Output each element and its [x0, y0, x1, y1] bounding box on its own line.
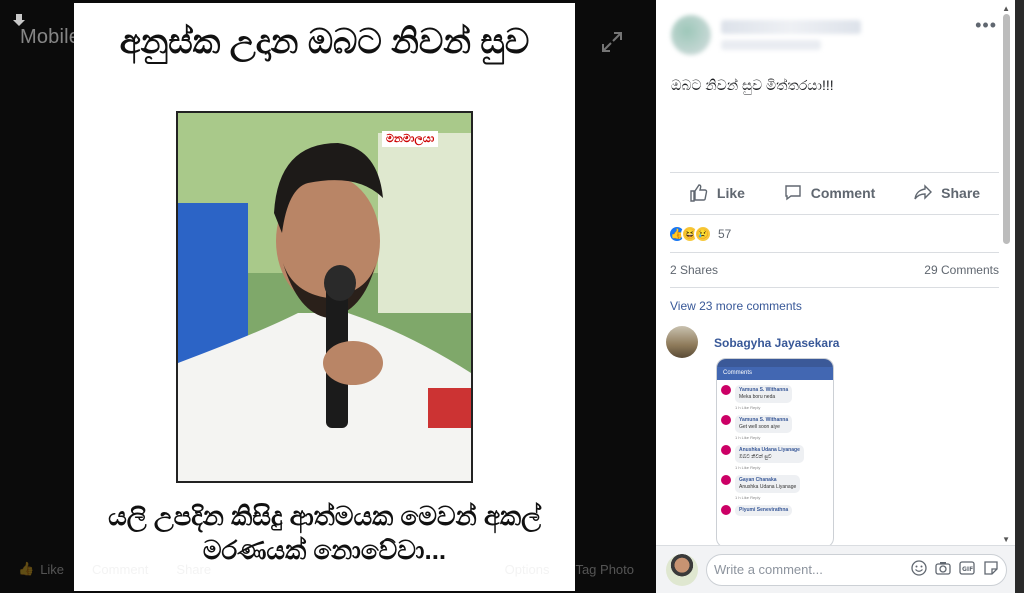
viewer-comment-label: Comment	[92, 561, 149, 577]
sad-reaction-icon: 😢	[694, 225, 712, 243]
post-actions: Like Comment Share	[670, 173, 999, 213]
expand-icon[interactable]	[600, 30, 624, 54]
avatar	[721, 385, 731, 395]
viewer-bottom-bar: 👍 Like Comment Share Options Tag Photo	[0, 545, 656, 593]
viewer-share-label: Share	[176, 561, 212, 577]
reactions-summary[interactable]: 👍 😆 😢 57	[668, 225, 731, 243]
divider	[670, 214, 999, 215]
viewer-share-button[interactable]: Share	[176, 562, 211, 577]
view-more-comments-link[interactable]: View 23 more comments	[670, 299, 802, 313]
screenshot-comment-row: Gayan Chanaka Anushka Udana Liyanage	[717, 470, 833, 495]
like-icon: 👍	[18, 561, 35, 576]
camera-icon[interactable]	[935, 560, 951, 576]
comment-icon	[785, 185, 801, 201]
comment-input-placeholder: Write a comment...	[714, 562, 823, 577]
divider	[670, 287, 999, 288]
post-author[interactable]	[671, 15, 861, 55]
share-icon	[914, 184, 933, 200]
thumbs-up-icon	[690, 184, 708, 202]
share-label: Share	[941, 185, 981, 201]
like-button[interactable]: Like	[689, 183, 745, 203]
post-timestamp-blurred	[721, 40, 821, 50]
composer-icons: GIF	[911, 560, 999, 576]
photo-viewer: Mobile Uploads අනුස්ක උදාන ඔබට නිවන් සුව…	[0, 0, 656, 593]
like-label: Like	[716, 185, 745, 201]
portrait-photo: මනමාලයා	[176, 111, 473, 483]
viewer-like-button[interactable]: 👍 Like	[18, 561, 64, 577]
sticker-icon[interactable]	[983, 560, 999, 576]
author-name-blurred[interactable]	[721, 20, 861, 34]
divider	[670, 252, 999, 253]
viewer-tag-button[interactable]: Tag Photo	[575, 562, 634, 577]
scroll-up-icon[interactable]: ▲	[1002, 4, 1010, 13]
author-avatar[interactable]	[671, 15, 711, 55]
avatar	[721, 505, 731, 515]
comment-button[interactable]: Comment	[783, 183, 876, 203]
post-stats: 2 Shares 29 Comments	[670, 263, 999, 277]
commenter-name[interactable]: Sobagyha Jayasekara	[714, 336, 839, 358]
avatar	[721, 445, 731, 455]
poster-header: අනුස්ක උදාන ඔබට නිවන් සුව	[119, 23, 530, 61]
commenter-avatar[interactable]	[666, 326, 698, 358]
scroll-down-icon[interactable]: ▼	[1002, 535, 1010, 544]
gif-icon[interactable]: GIF	[959, 560, 975, 576]
comment-label: Comment	[810, 185, 876, 201]
comment-item: Sobagyha Jayasekara Comments Yamuna S. W…	[666, 326, 839, 548]
viewer-options-button[interactable]: Options	[505, 562, 550, 577]
current-user-avatar	[666, 554, 698, 586]
svg-text:GIF: GIF	[962, 566, 973, 573]
post-sidebar: ••• ඔබට නිවන් සුව මිත්තරයා!!! Like Comme…	[656, 0, 1015, 593]
screenshot-header: Comments	[717, 367, 833, 380]
screenshot-comment-row: Yamuna S. Withanna Meka boru neda	[717, 380, 833, 405]
avatar	[721, 415, 731, 425]
screenshot-comment-row: Piyumi Senevirathna	[717, 500, 833, 518]
reaction-count: 57	[718, 227, 732, 241]
watermark-logo: මනමාලයා	[382, 131, 439, 147]
shares-count[interactable]: 2 Shares	[670, 263, 718, 277]
scrollbar[interactable]: ▲ ▼	[1002, 0, 1013, 545]
page-scrollbar[interactable]	[1015, 0, 1024, 593]
screenshot-comment-row: Yamuna S. Withanna Get well soon aiye	[717, 410, 833, 435]
screenshot-comment-row: Anushka Udana Liyanage ඔබට නිවන් සුව	[717, 440, 833, 465]
comments-count[interactable]: 29 Comments	[924, 263, 999, 277]
poster-footer-line1: යලි උපදින කිසිදු ආත්මයක මෙවන් අකල්	[108, 501, 541, 531]
comment-attached-screenshot[interactable]: Comments Yamuna S. Withanna Meka boru ned…	[716, 358, 834, 548]
viewer-like-label: Like	[40, 561, 65, 577]
phone-status-bar	[717, 359, 833, 367]
comment-composer: Write a comment... GIF	[656, 545, 1015, 593]
scrollbar-thumb[interactable]	[1003, 14, 1010, 244]
more-options-icon[interactable]: •••	[975, 15, 997, 36]
post-photo[interactable]: අනුස්ක උදාන ඔබට නිවන් සුව මනමාලයා යලි උප…	[74, 3, 575, 591]
avatar	[721, 475, 731, 485]
share-button[interactable]: Share	[913, 183, 980, 203]
post-caption: ඔබට නිවන් සුව මිත්තරයා!!!	[671, 77, 834, 93]
viewer-comment-button[interactable]: Comment	[92, 562, 148, 577]
emoji-icon[interactable]	[911, 560, 927, 576]
